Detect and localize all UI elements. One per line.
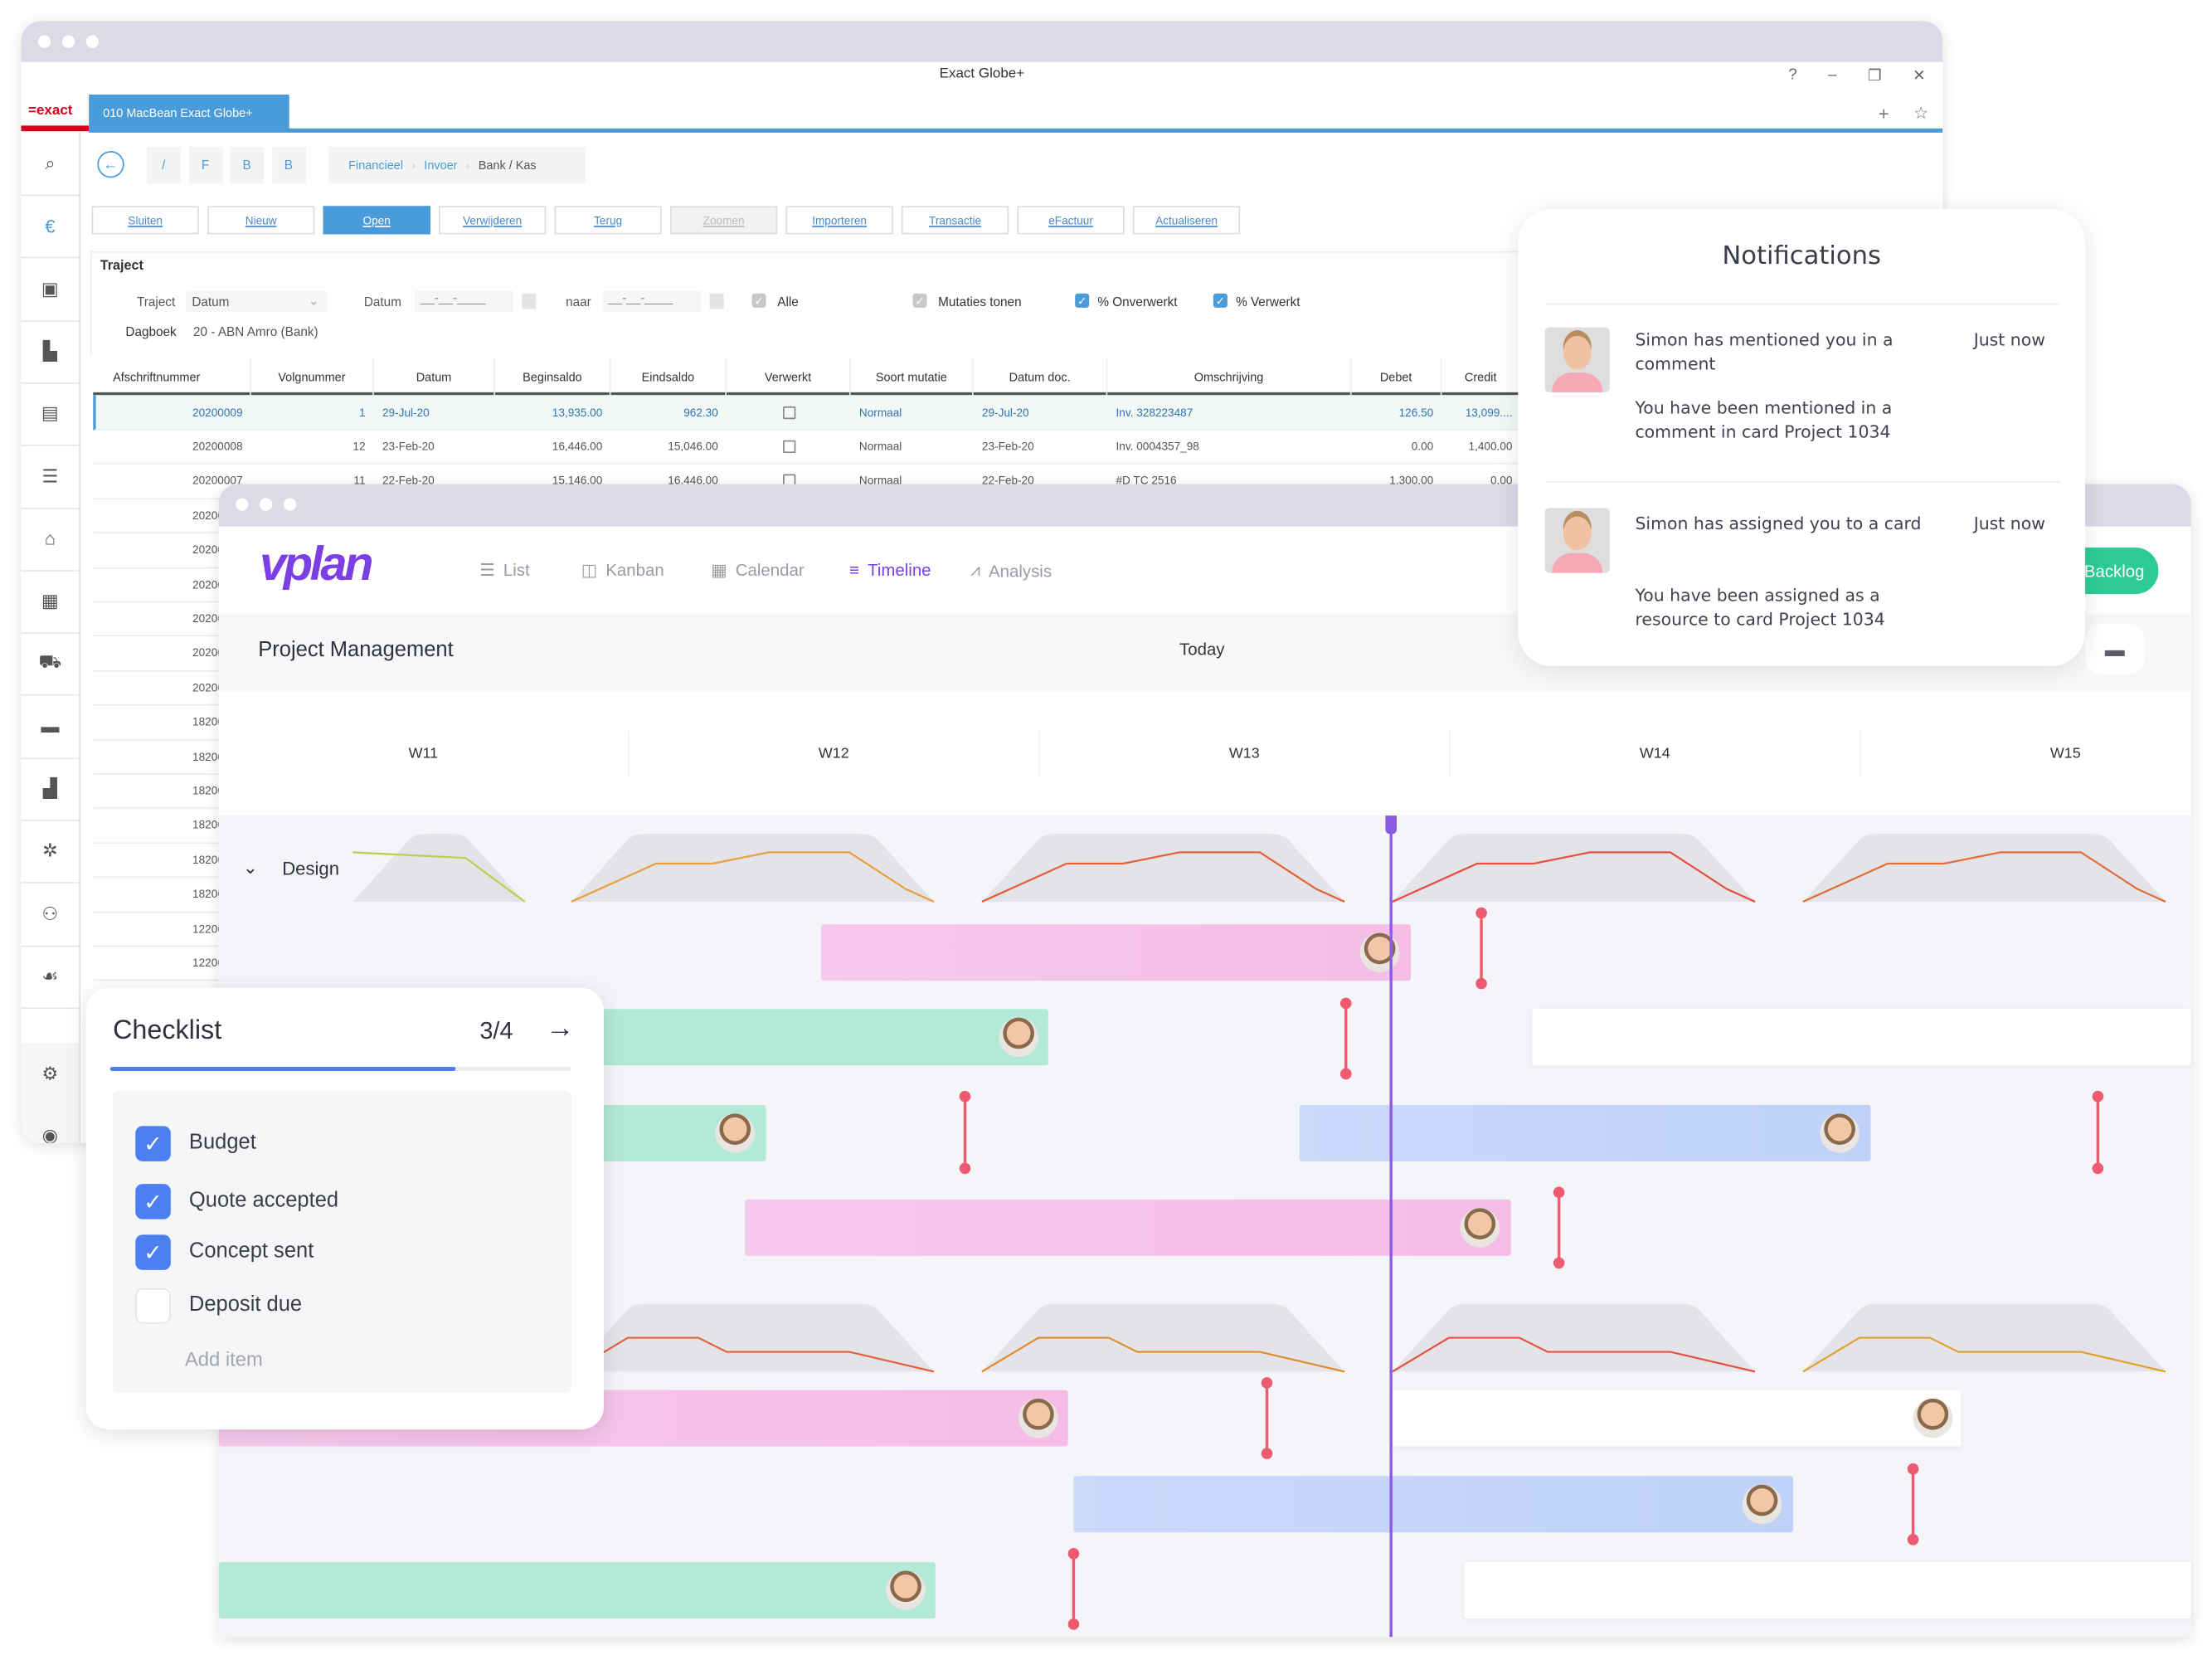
chevron-down-icon[interactable]: ⌄ (243, 857, 259, 879)
add-item-input[interactable]: Add item (185, 1347, 263, 1370)
timeline-card[interactable] (1299, 1104, 1871, 1161)
avatar-simon (1544, 508, 1610, 573)
today-line (1389, 815, 1393, 1638)
dependency-marker[interactable] (959, 1090, 971, 1175)
notification-time: Just now (1973, 514, 2045, 533)
checklist-progress (109, 1066, 571, 1072)
workload-area (1392, 1303, 1756, 1372)
dependency-marker[interactable] (1261, 1377, 1273, 1459)
dependency-marker[interactable] (1067, 1547, 1080, 1630)
timeline-card[interactable] (1392, 1390, 1962, 1447)
avatar (999, 1017, 1038, 1058)
checklist-checkbox[interactable]: ✓ (135, 1126, 171, 1161)
workload-area (1392, 834, 1756, 902)
avatar (1018, 1398, 1058, 1439)
checklist-item-label: Concept sent (188, 1239, 314, 1263)
avatar-simon (1544, 327, 1610, 392)
checklist-checkbox[interactable]: ✓ (135, 1234, 171, 1270)
workload-area (352, 834, 525, 902)
checklist-checkbox[interactable]: ✓ (135, 1184, 171, 1219)
timeline-card[interactable] (820, 924, 1411, 981)
dependency-marker[interactable] (1907, 1463, 1919, 1546)
avatar (886, 1570, 926, 1610)
checklist-count: 3/4 (479, 1017, 513, 1044)
dependency-marker[interactable] (1553, 1186, 1565, 1269)
avatar (1359, 932, 1400, 972)
checklist-item-label: Quote accepted (188, 1188, 339, 1213)
notifications-title: Notifications (1722, 241, 1881, 271)
workload-area (981, 834, 1345, 902)
notification-time: Just now (1973, 330, 2045, 350)
avatar (715, 1113, 756, 1153)
timeline-card[interactable] (564, 1009, 1048, 1066)
checklist-checkbox[interactable] (135, 1288, 171, 1324)
avatar (1460, 1208, 1500, 1248)
notification-body: You have been mentioned in a comment in … (1635, 397, 1893, 442)
dependency-marker[interactable] (1339, 997, 1352, 1080)
avatar (1913, 1398, 1953, 1439)
timeline-card[interactable] (218, 1562, 936, 1619)
workload-area (981, 1303, 1345, 1372)
workload-area (1802, 1303, 2166, 1372)
notification-title[interactable]: Simon has assigned you to a card (1635, 512, 1931, 536)
checklist-item-label: Deposit due (188, 1292, 303, 1317)
timeline-card[interactable] (1464, 1562, 2191, 1619)
dependency-marker[interactable] (2092, 1090, 2104, 1175)
checklist-item-label: Budget (188, 1130, 256, 1155)
workload-area (571, 1303, 935, 1372)
notification-body: You have been assigned as a resource to … (1635, 585, 1885, 630)
notification-title[interactable]: Simon has mentioned you in a comment (1635, 329, 1931, 377)
checklist-title: Checklist (113, 1015, 222, 1046)
arrow-right-icon[interactable]: → (546, 1013, 574, 1045)
workload-area (571, 834, 935, 902)
today-handle[interactable] (1385, 815, 1397, 835)
avatar (1742, 1484, 1782, 1525)
timeline-card[interactable] (1073, 1476, 1793, 1533)
group-label-design: Design (282, 858, 340, 879)
workload-area (1802, 834, 2166, 902)
avatar (1820, 1113, 1860, 1153)
timeline-card[interactable] (745, 1199, 1511, 1256)
timeline-card[interactable] (1532, 1009, 2191, 1066)
dependency-marker[interactable] (1475, 907, 1487, 990)
